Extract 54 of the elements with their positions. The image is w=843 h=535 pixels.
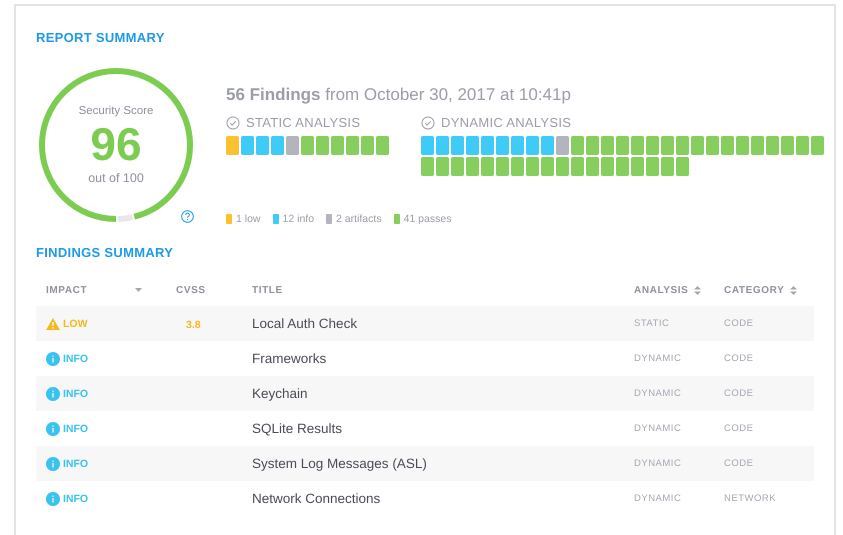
impact-label: INFO xyxy=(63,492,88,504)
analysis-type: DYNAMIC xyxy=(634,458,682,469)
impact-label: INFO xyxy=(63,422,88,434)
warning-icon xyxy=(46,318,60,330)
impact-label: INFO xyxy=(63,352,88,364)
finding-title: Frameworks xyxy=(252,351,328,366)
help-icon[interactable] xyxy=(181,210,194,223)
analysis-type: DYNAMIC xyxy=(634,388,682,399)
legend-label: 1 low xyxy=(236,213,261,225)
category: CODE xyxy=(724,388,754,399)
category: CODE xyxy=(724,353,754,364)
finding-title: System Log Messages (ASL) xyxy=(252,456,428,471)
sort-icon[interactable] xyxy=(790,286,798,294)
sort-icon[interactable] xyxy=(694,286,702,294)
info-icon xyxy=(46,386,60,400)
score-subtitle: out of 100 xyxy=(88,171,144,185)
analysis-type: DYNAMIC xyxy=(634,493,682,504)
finding-title: Local Auth Check xyxy=(252,316,358,331)
score-label: Security Score xyxy=(78,105,154,117)
category: CODE xyxy=(724,423,754,434)
column-header[interactable]: CVSS xyxy=(176,284,206,296)
column-header[interactable]: IMPACT xyxy=(46,284,88,296)
category: NETWORK xyxy=(724,493,778,504)
findings-title: 56 Findings from October 30, 2017 at 10:41p xyxy=(226,85,572,105)
impact-label: INFO xyxy=(63,458,88,470)
impact-label: LOW xyxy=(63,318,88,330)
impact-label: INFO xyxy=(63,388,88,400)
finding-title: SQLite Results xyxy=(252,421,344,436)
cvss-score: 3.8 xyxy=(185,318,201,330)
info-icon xyxy=(46,492,60,506)
column-header[interactable]: ANALYSIS xyxy=(634,284,688,296)
score-value: 96 xyxy=(90,117,142,171)
column-header[interactable]: CATEGORY xyxy=(724,284,784,296)
section-heading: FINDINGS SUMMARY xyxy=(36,245,174,260)
finding-title: Network Connections xyxy=(252,491,382,506)
info-icon xyxy=(46,422,60,436)
section-heading: REPORT SUMMARY xyxy=(36,30,166,45)
analysis-type: STATIC xyxy=(634,318,670,329)
column-header[interactable]: TITLE xyxy=(252,284,283,296)
category: CODE xyxy=(724,318,754,329)
analysis-type: DYNAMIC xyxy=(634,353,682,364)
check-circle-icon xyxy=(226,116,240,130)
finding-title: Keychain xyxy=(252,386,309,401)
sort-down-icon[interactable] xyxy=(135,288,142,292)
analysis-type: DYNAMIC xyxy=(634,423,682,434)
check-circle-icon xyxy=(421,116,435,130)
info-icon xyxy=(46,352,60,366)
category: CODE xyxy=(724,458,754,469)
analysis-label: STATIC ANALYSIS xyxy=(246,115,360,130)
info-icon xyxy=(46,456,60,470)
analysis-label: DYNAMIC ANALYSIS xyxy=(441,115,572,130)
legend-label: 12 info xyxy=(282,213,314,225)
legend-label: 2 artifacts xyxy=(336,213,382,225)
legend-label: 41 passes xyxy=(404,213,452,225)
